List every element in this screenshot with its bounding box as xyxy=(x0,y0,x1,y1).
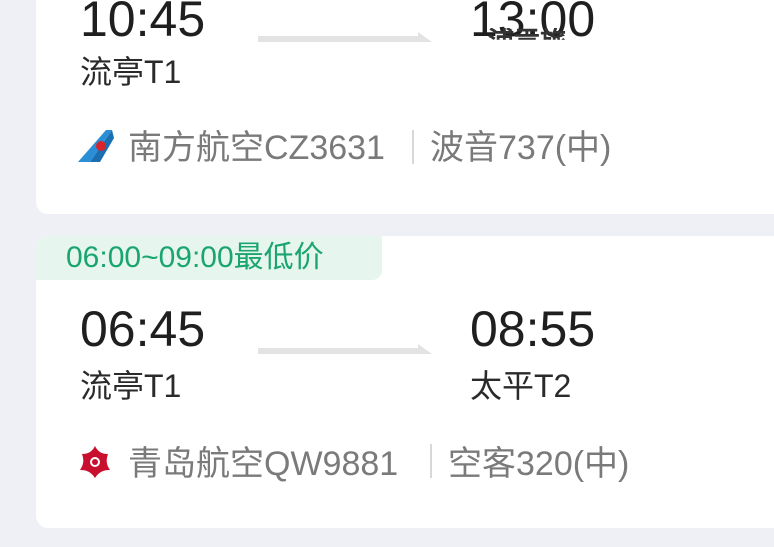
route-arrow-icon xyxy=(258,344,432,354)
aircraft-type: 空客320(中) xyxy=(448,445,630,483)
lowest-price-tag: 06:00~09:00最低价 xyxy=(36,236,382,280)
airline-flight-number: 南方航空CZ3631 xyxy=(128,129,385,167)
flight-card[interactable]: 10:45 流亭T1 13:00 浦贡旅 南方航空CZ3631 波音737(中) xyxy=(36,0,774,214)
qingdao-airlines-logo-icon xyxy=(80,446,110,478)
arrive-airport: 太平T2 xyxy=(470,368,572,404)
route-arrow-icon xyxy=(258,32,432,42)
depart-time: 06:45 xyxy=(80,301,206,357)
info-divider xyxy=(412,130,414,164)
depart-airport: 流亭T1 xyxy=(80,54,182,90)
aircraft-type: 波音737(中) xyxy=(430,129,612,167)
airline-flight-number: 青岛航空QW9881 xyxy=(128,445,399,483)
info-divider xyxy=(430,444,432,478)
china-southern-logo-icon xyxy=(78,130,114,162)
flight-card[interactable]: 06:00~09:00最低价 06:45 流亭T1 08:55 太平T2 青岛航… xyxy=(36,236,774,528)
arrive-time: 08:55 xyxy=(470,301,596,357)
lowest-price-tag-label: 06:00~09:00最低价 xyxy=(66,241,324,274)
depart-time: 10:45 xyxy=(80,0,206,47)
depart-airport: 流亭T1 xyxy=(80,368,182,404)
